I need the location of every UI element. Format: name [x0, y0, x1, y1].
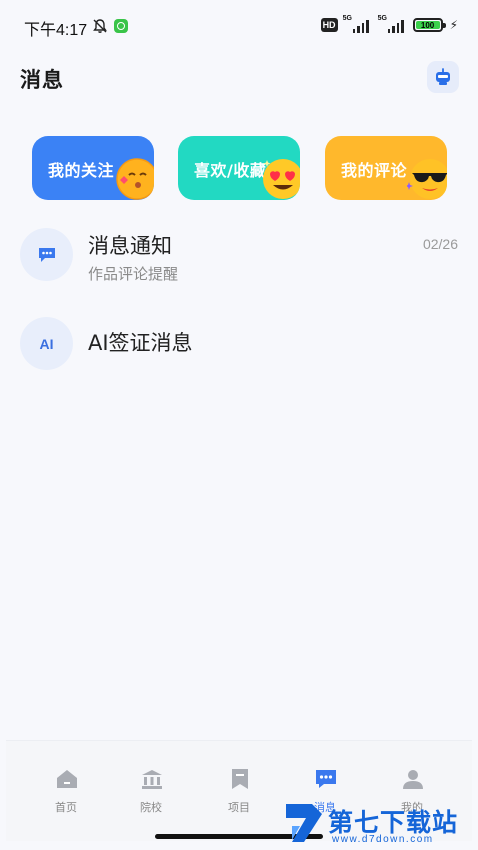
robot-assistant-button[interactable] — [427, 61, 459, 93]
card-my-follows[interactable]: 我的关注 — [32, 136, 154, 200]
card-label: 我的关注 — [48, 161, 115, 180]
card-likes-favorites[interactable]: 喜欢/收藏 — [178, 136, 300, 200]
university-icon — [142, 770, 162, 789]
watermark-logo-icon — [286, 804, 322, 842]
message-title: AI签证消息 — [88, 331, 193, 355]
sim2-network-label: 5G — [377, 15, 387, 22]
message-item-notifications[interactable]: 消息通知 作品评论提醒 02/26 — [0, 222, 478, 292]
message-avatar: AI — [20, 317, 73, 370]
nav-item-universities[interactable]: 院校 — [121, 763, 181, 823]
sunglasses-emoji-icon — [407, 159, 447, 199]
message-avatar — [20, 228, 73, 281]
robot-icon — [436, 68, 450, 85]
category-cards: 我的关注 喜欢/收藏 我的评论 — [32, 136, 452, 200]
signal-icon: 5G — [377, 15, 408, 33]
nav-item-home[interactable]: 首页 — [36, 763, 96, 823]
battery-level: 100 — [415, 21, 440, 30]
status-time: 下午4:17 — [24, 22, 88, 39]
card-my-comments[interactable]: 我的评论 — [325, 136, 447, 200]
kiss-emoji-icon — [116, 158, 154, 200]
message-date: 02/26 — [422, 236, 458, 252]
signal-icon: 5G — [342, 15, 373, 33]
nav-label: 项目 — [228, 801, 250, 814]
page-title: 消息 — [20, 68, 64, 92]
home-icon — [57, 770, 77, 788]
sim1-network-label: 5G — [342, 15, 352, 22]
message-subtitle: 作品评论提醒 — [88, 265, 179, 283]
muted-bell-icon — [93, 19, 107, 33]
hd-badge: HD — [320, 18, 338, 32]
message-title: 消息通知 — [88, 234, 172, 258]
message-icon — [316, 770, 336, 788]
watermark-url: www.d7down.com — [332, 834, 434, 845]
bookmark-icon — [232, 769, 248, 789]
watermark: 第七下载站 www.d7down.com — [282, 800, 478, 850]
nav-item-projects[interactable]: 项目 — [209, 763, 269, 823]
ai-icon: AI — [39, 335, 54, 352]
card-label: 喜欢/收藏 — [194, 161, 267, 180]
message-item-ai-visa[interactable]: AI AI签证消息 — [0, 310, 478, 380]
heart-eyes-emoji-icon — [263, 159, 300, 199]
chat-bubble-icon — [38, 247, 55, 262]
charging-icon: ⚡ — [449, 18, 458, 32]
card-label: 我的评论 — [341, 161, 408, 180]
profile-icon — [403, 770, 423, 789]
app-notification-icon — [114, 19, 128, 33]
nav-label: 首页 — [55, 801, 77, 814]
nav-label: 院校 — [140, 801, 162, 814]
status-bar: 下午4:17 HD 5G 5G 100 ⚡ — [0, 0, 478, 48]
status-indicators: HD 5G 5G 100 ⚡ — [320, 15, 458, 33]
battery-icon: 100 — [412, 18, 446, 32]
